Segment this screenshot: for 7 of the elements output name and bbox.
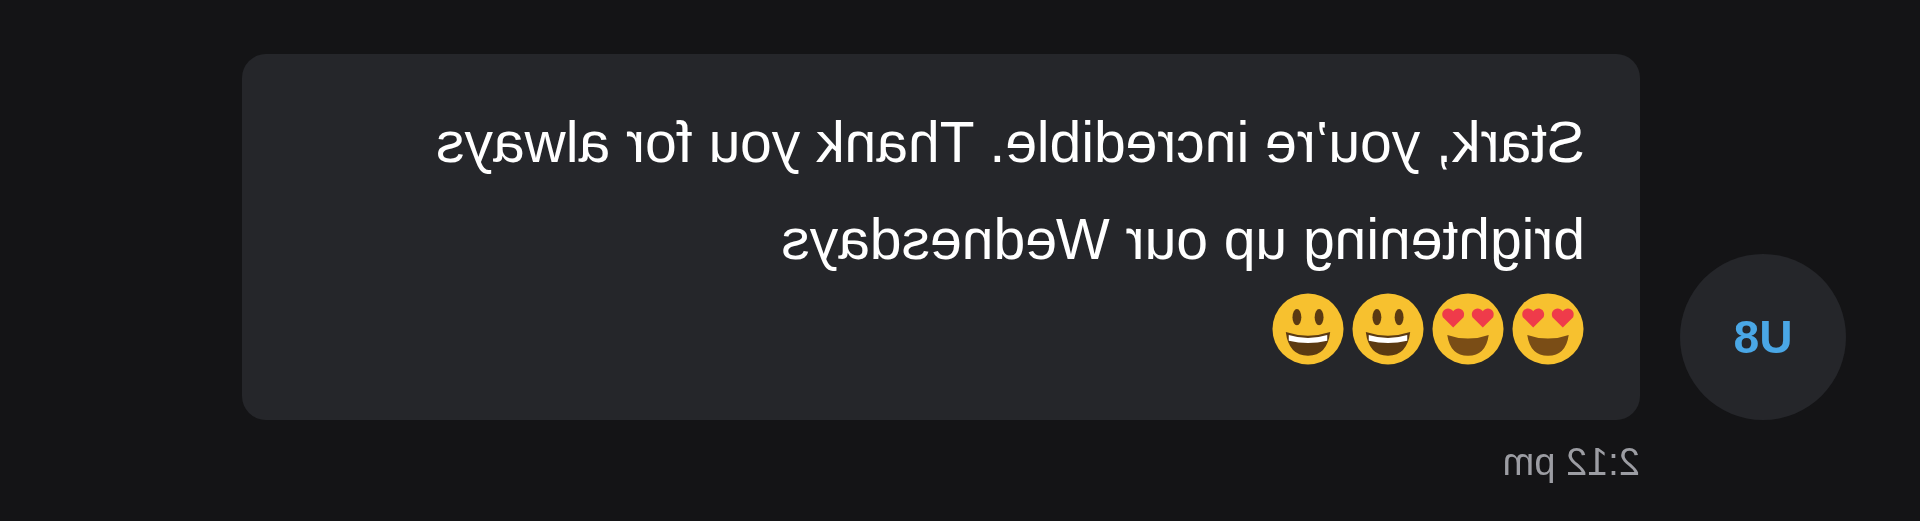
message-text: Stark, you’re incredible. Thank you for always brightening up our Wednesdays [435, 109, 1585, 273]
heart-eyes-emoji-icon [1511, 292, 1585, 366]
avatar-initials: U8 [1733, 309, 1793, 365]
smiley-emoji-icon [1351, 292, 1425, 366]
heart-eyes-emoji-icon [1431, 292, 1505, 366]
smiley-emoji-icon [1271, 292, 1345, 366]
message-time: 2:12 pm [1502, 441, 1640, 483]
